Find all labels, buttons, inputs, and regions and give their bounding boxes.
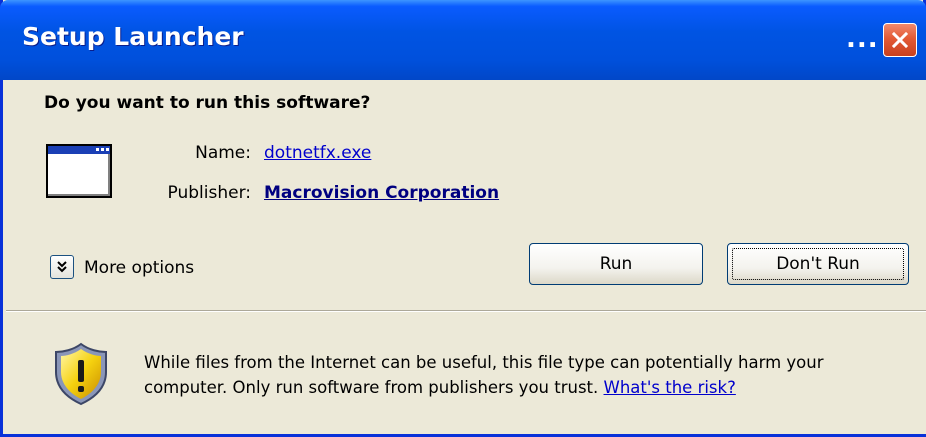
title-bar[interactable]: Setup Launcher ... bbox=[0, 0, 926, 80]
more-options-label[interactable]: More options bbox=[84, 258, 194, 278]
divider bbox=[6, 310, 926, 312]
window-title: Setup Launcher bbox=[22, 22, 244, 51]
close-icon bbox=[891, 31, 909, 49]
publisher-label: Publisher: bbox=[167, 183, 251, 203]
name-label: Name: bbox=[195, 143, 251, 163]
prompt-question: Do you want to run this software? bbox=[44, 93, 371, 113]
shield-warning-icon bbox=[55, 342, 107, 406]
dialog-content: Do you want to run this software? Name: … bbox=[6, 80, 926, 434]
dont-run-label: Don't Run bbox=[732, 248, 904, 280]
whats-the-risk-link[interactable]: What's the risk? bbox=[604, 378, 736, 397]
run-button[interactable]: Run bbox=[529, 243, 703, 285]
setup-launcher-dialog: Setup Launcher ... Do you want to run th… bbox=[0, 0, 926, 437]
close-button[interactable] bbox=[883, 23, 917, 57]
dont-run-button[interactable]: Don't Run bbox=[727, 243, 909, 285]
more-options-toggle[interactable] bbox=[50, 255, 74, 279]
publisher-link[interactable]: Macrovision Corporation bbox=[264, 183, 499, 203]
title-overflow: ... bbox=[846, 24, 879, 54]
chevron-double-down-icon bbox=[57, 261, 67, 273]
security-warning-text: While files from the Internet can be use… bbox=[144, 350, 904, 400]
file-name-link[interactable]: dotnetfx.exe bbox=[264, 143, 371, 163]
